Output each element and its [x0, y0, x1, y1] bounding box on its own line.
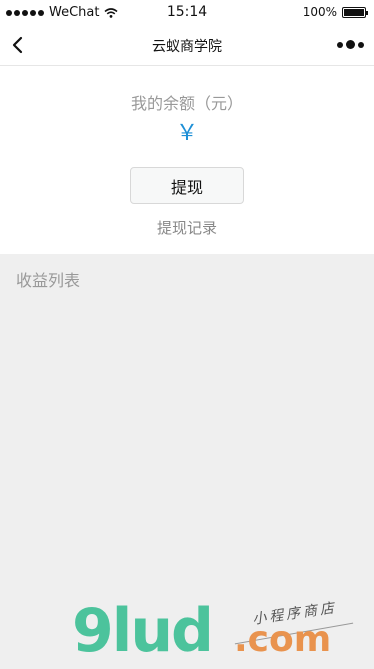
status-bar: WeChat 15:14 100%: [0, 0, 374, 26]
watermark-brand: 9lud: [72, 596, 214, 666]
balance-card: 我的余额（元） ￥ 提现 提现记录: [0, 66, 374, 254]
withdraw-records-label: 提现记录: [156, 219, 217, 237]
currency-symbol: ￥: [175, 121, 198, 146]
watermark-domain: .com: [234, 619, 332, 660]
withdraw-button[interactable]: 提现: [130, 167, 244, 204]
watermark-logo: 9lud 小程序商店 .com: [72, 593, 372, 669]
earnings-list-title: 收益列表: [16, 271, 81, 290]
balance-label: 我的余额（元）: [130, 94, 243, 113]
battery-icon: [342, 6, 368, 18]
withdraw-records-link[interactable]: 提现记录: [0, 217, 374, 238]
battery-fill: [344, 8, 364, 16]
nav-bar: 云蚁商学院: [0, 26, 374, 66]
status-right: 100%: [302, 5, 368, 19]
page-title: 云蚁商学院: [152, 39, 222, 55]
more-dots-icon[interactable]: [337, 40, 364, 49]
battery-percent: 100%: [302, 5, 337, 19]
